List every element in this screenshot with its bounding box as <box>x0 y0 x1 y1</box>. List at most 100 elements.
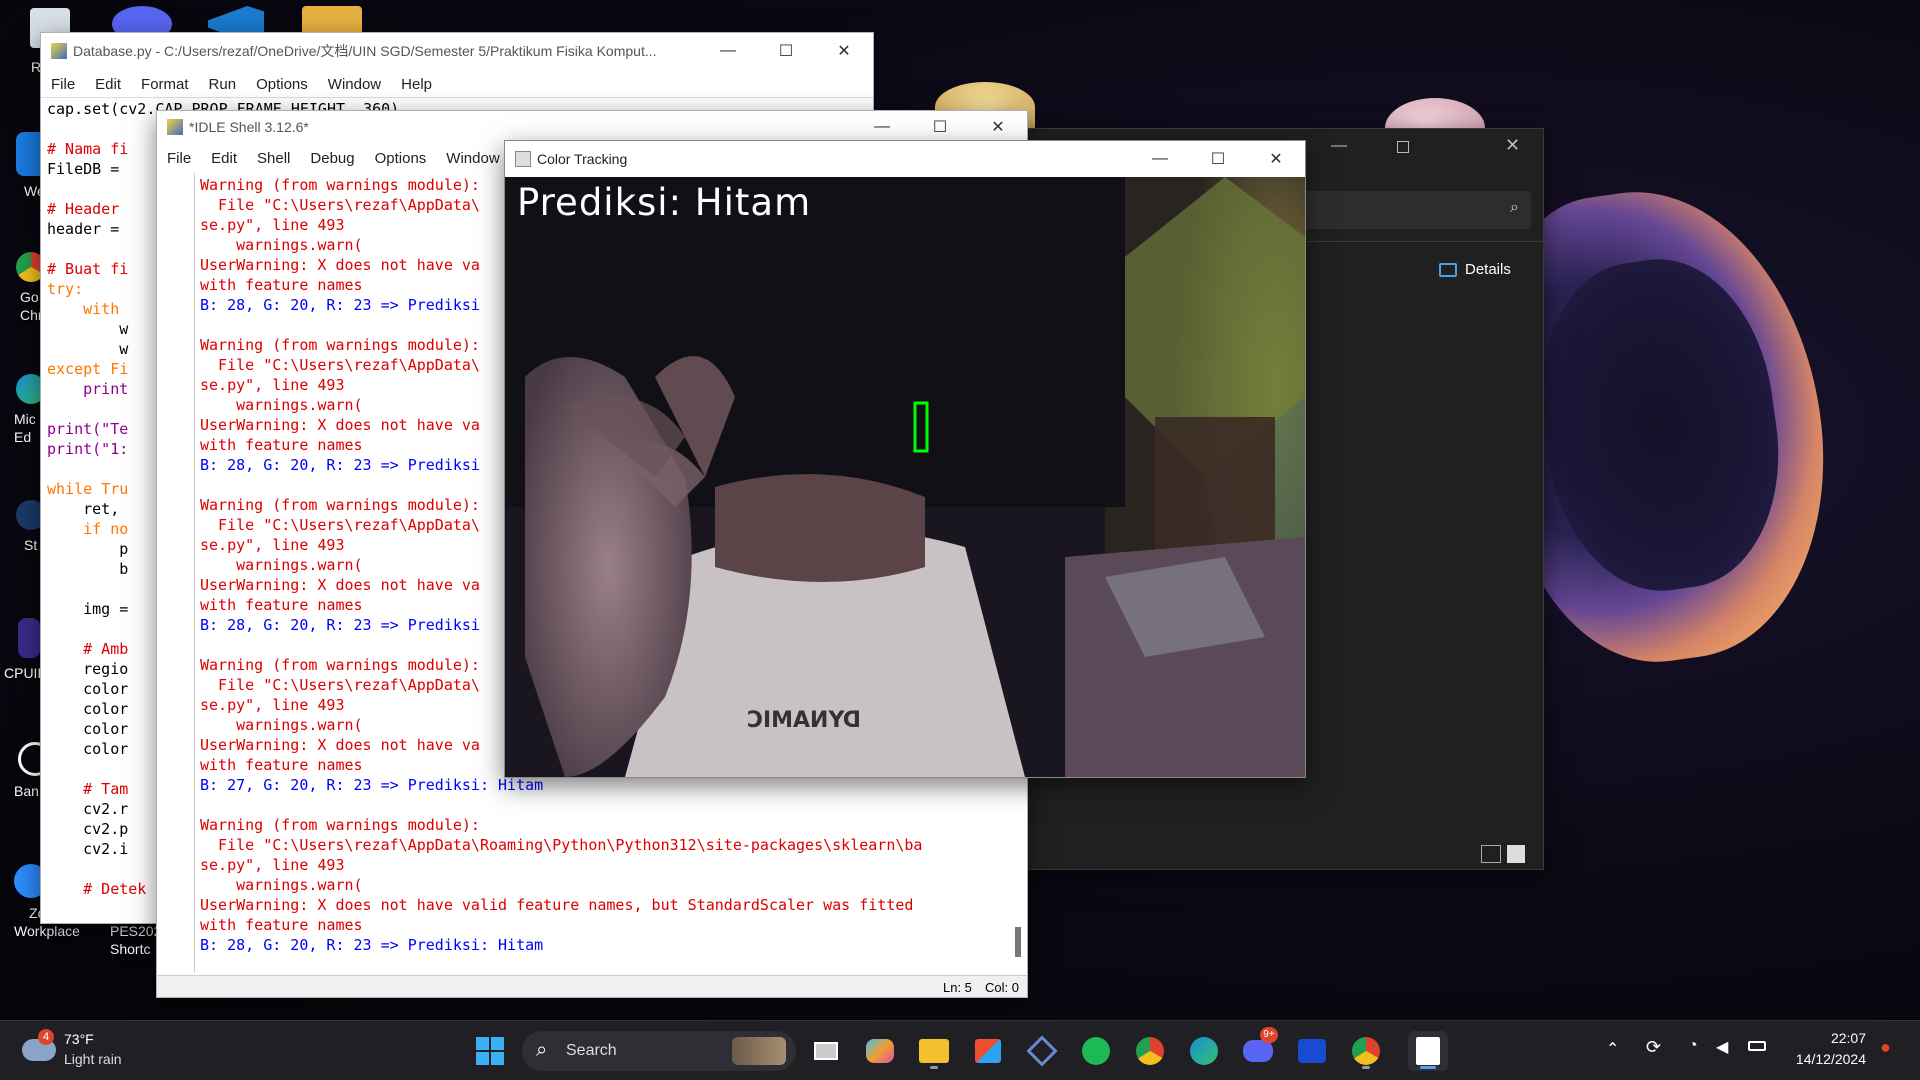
tracking-title: Color Tracking <box>537 151 628 167</box>
edge-button[interactable] <box>1184 1031 1224 1071</box>
minimize-button[interactable]: — <box>1331 137 1347 155</box>
wattpad-icon <box>1298 1039 1326 1063</box>
taskbar: 4 73°F Light rain ⌕ Search 9+ ⌃ ⟳ ◔ ◀ 22… <box>0 1020 1920 1080</box>
menu-run[interactable]: Run <box>199 76 247 93</box>
menu-file[interactable]: File <box>41 76 85 93</box>
chrome-icon <box>1352 1037 1380 1065</box>
menu-options[interactable]: Options <box>365 150 437 167</box>
line-gutter <box>157 173 195 973</box>
running-indicator <box>1362 1066 1370 1069</box>
maximize-button[interactable]: ☐ <box>911 111 969 143</box>
close-button[interactable]: ✕ <box>1505 135 1520 156</box>
search-input[interactable]: gas ⌕ <box>1271 191 1531 229</box>
start-button[interactable] <box>470 1031 510 1071</box>
shell-line[interactable]: File "C:\Users\rezaf\AppData\Roaming\Pyt… <box>200 835 922 855</box>
shell-line[interactable]: se.py", line 493 <box>200 855 922 875</box>
taskbar-search[interactable]: ⌕ Search <box>522 1031 796 1071</box>
menu-edit[interactable]: Edit <box>201 150 247 167</box>
menu-window[interactable]: Window <box>318 76 391 93</box>
menu-options[interactable]: Options <box>246 76 318 93</box>
wattpad-button[interactable] <box>1292 1031 1332 1071</box>
shell-line[interactable] <box>200 795 922 815</box>
battery-icon[interactable] <box>1748 1041 1766 1051</box>
menu-shell[interactable]: Shell <box>247 150 300 167</box>
search-highlight-image <box>732 1037 786 1065</box>
details-label: Details <box>1465 261 1511 278</box>
chrome-button[interactable] <box>1130 1031 1170 1071</box>
camera-frame: DYNAMIC <box>505 177 1305 777</box>
menu-window[interactable]: Window <box>436 150 509 167</box>
store-button[interactable] <box>968 1031 1008 1071</box>
chevron-up-icon[interactable]: ⌃ <box>1606 1039 1619 1059</box>
color-tracking-window[interactable]: Color Tracking — ☐ ✕ DYNAMIC Prediksi: H… <box>504 140 1306 778</box>
wifi-icon[interactable]: ◔ <box>1688 1037 1698 1055</box>
file-explorer-button[interactable] <box>914 1031 954 1071</box>
close-button[interactable]: ✕ <box>815 33 873 69</box>
shell-line[interactable]: B: 28, G: 20, R: 23 => Prediksi: Hitam <box>200 935 922 955</box>
weather-desc[interactable]: Light rain <box>64 1051 122 1067</box>
menu-help[interactable]: Help <box>391 76 442 93</box>
camera-feed: DYNAMIC Prediksi: Hitam <box>505 177 1305 777</box>
details-button[interactable]: Details <box>1439 261 1511 278</box>
close-button[interactable]: ✕ <box>969 111 1027 143</box>
discord-badge: 9+ <box>1260 1027 1278 1043</box>
list-view-icon[interactable] <box>1481 845 1501 863</box>
clock-date[interactable]: 14/12/2024 <box>1780 1051 1866 1067</box>
search-icon: ⌕ <box>1510 199 1519 216</box>
menu-format[interactable]: Format <box>131 76 199 93</box>
shell-line[interactable]: with feature names <box>200 915 922 935</box>
chrome-profile-button[interactable] <box>1346 1031 1386 1071</box>
store-icon <box>975 1039 1001 1063</box>
spotify-button[interactable] <box>1076 1031 1116 1071</box>
menu-edit[interactable]: Edit <box>85 76 131 93</box>
clock-time[interactable]: 22:07 <box>1786 1030 1866 1046</box>
maximize-button[interactable]: ☐ <box>757 33 815 69</box>
weather-badge: 4 <box>38 1029 54 1045</box>
scrollbar-thumb[interactable] <box>1015 927 1021 957</box>
shell-line[interactable]: warnings.warn( <box>200 875 922 895</box>
app-diamond-icon <box>1026 1035 1058 1067</box>
minimize-button[interactable]: — <box>699 33 757 69</box>
python-idle-icon <box>1416 1037 1440 1065</box>
close-button[interactable]: ✕ <box>1247 141 1305 177</box>
maximize-button[interactable]: ☐ <box>1189 141 1247 177</box>
details-pane-icon <box>1439 262 1457 277</box>
shell-line[interactable]: UserWarning: X does not have valid featu… <box>200 895 922 915</box>
editor-menubar: File Edit Format Run Options Window Help <box>41 71 873 97</box>
chrome-icon <box>1136 1037 1164 1065</box>
app-button[interactable] <box>1022 1031 1062 1071</box>
minimize-button[interactable]: — <box>853 111 911 143</box>
menu-debug[interactable]: Debug <box>300 150 364 167</box>
status-col: Col: 0 <box>985 980 1019 995</box>
shirt-print: DYNAMIC <box>747 708 861 733</box>
task-view-button[interactable] <box>806 1031 846 1071</box>
running-indicator <box>930 1066 938 1069</box>
discord-icon <box>1243 1040 1273 1062</box>
shell-line[interactable]: B: 27, G: 20, R: 23 => Prediksi: Hitam <box>200 775 922 795</box>
weather-temp[interactable]: 73°F <box>64 1031 94 1047</box>
python-shell-icon <box>167 119 183 135</box>
maximize-button[interactable] <box>1397 141 1409 153</box>
copilot-icon <box>866 1039 894 1063</box>
idle-button[interactable] <box>1408 1031 1448 1071</box>
shell-line[interactable]: Warning (from warnings module): <box>200 815 922 835</box>
windows-logo-icon <box>476 1037 504 1065</box>
folder-icon <box>919 1039 949 1063</box>
sync-icon[interactable]: ⟳ <box>1646 1037 1661 1058</box>
volume-icon[interactable]: ◀ <box>1716 1037 1728 1057</box>
edge-icon <box>1190 1037 1218 1065</box>
menu-file[interactable]: File <box>157 150 201 167</box>
tiles-view-icon[interactable] <box>1507 845 1525 863</box>
weather-widget[interactable]: 4 <box>20 1029 60 1071</box>
search-label: Search <box>566 1042 617 1059</box>
discord-button[interactable]: 9+ <box>1238 1027 1278 1071</box>
opencv-window-icon <box>515 151 531 167</box>
cpuid-icon <box>18 618 40 658</box>
editor-title: Database.py - C:/Users/rezaf/OneDrive/文档… <box>73 43 657 59</box>
notification-bell-icon[interactable]: ● <box>1880 1037 1891 1058</box>
copilot-button[interactable] <box>860 1031 900 1071</box>
shell-statusbar: Ln: 5 Col: 0 <box>157 975 1027 997</box>
prediction-overlay: Prediksi: Hitam <box>517 181 812 224</box>
shell-title: *IDLE Shell 3.12.6* <box>189 119 309 135</box>
minimize-button[interactable]: — <box>1131 141 1189 177</box>
